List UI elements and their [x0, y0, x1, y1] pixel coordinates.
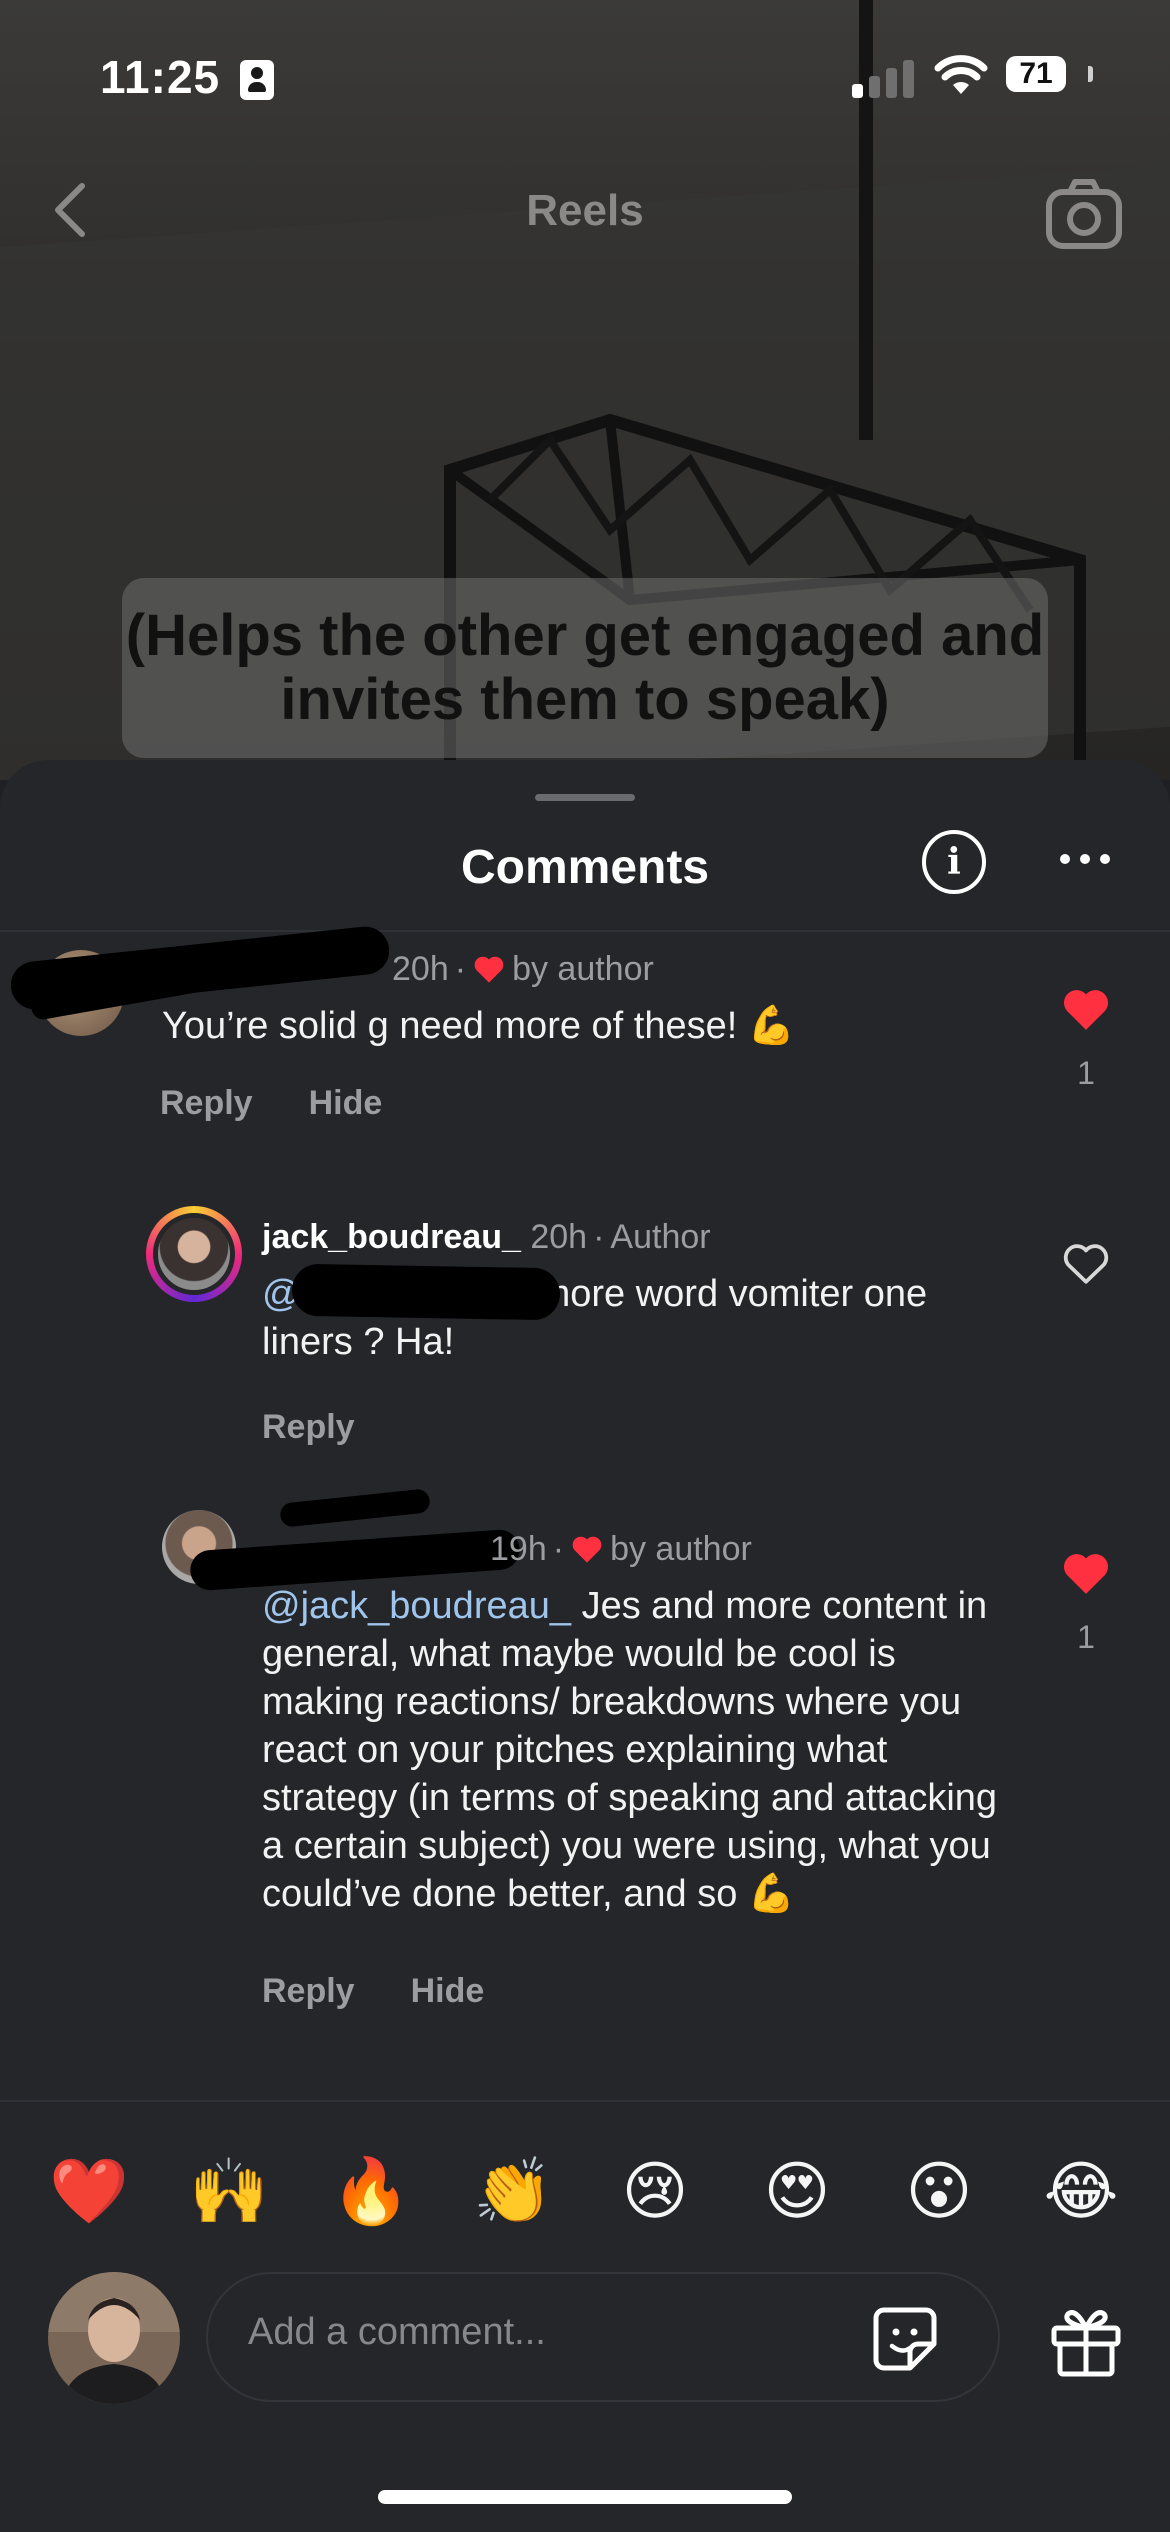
reply-button[interactable]: Reply	[262, 1408, 355, 1446]
heart-icon	[474, 956, 504, 983]
reaction-fire[interactable]: 🔥	[326, 2152, 416, 2232]
battery-tip	[1088, 66, 1093, 82]
reaction-clap[interactable]: 👏	[468, 2152, 558, 2232]
comment-username[interactable]: jack_boudreau_	[262, 1218, 521, 1256]
redacted-username	[279, 1488, 431, 1528]
video-caption: (Helps the other get engaged and invites…	[122, 578, 1048, 758]
comment-actions: Reply Hide	[262, 1972, 540, 2011]
sticker-icon[interactable]	[870, 2304, 940, 2374]
wifi-icon	[934, 55, 988, 94]
hide-button[interactable]: Hide	[309, 1084, 383, 1122]
liked-by-author-badge: by author	[512, 950, 654, 988]
reply-button[interactable]: Reply	[262, 1972, 355, 2010]
comment-composer	[206, 2272, 1000, 2402]
reaction-laugh[interactable]: 😂	[1036, 2152, 1126, 2232]
reaction-cry[interactable]: 😢	[610, 2152, 700, 2232]
like-count: 1	[1077, 1619, 1095, 1655]
heart-icon	[572, 1536, 602, 1563]
reaction-raised-hands[interactable]: 🙌	[184, 2152, 274, 2232]
mention-link[interactable]: @jack_boudreau_	[262, 1585, 571, 1627]
redacted-mention	[291, 1263, 561, 1321]
gift-icon[interactable]	[1046, 2300, 1126, 2380]
comment-reply-item: jack_boudreau_ 20h · Author @ more word vom…	[0, 1182, 1170, 1482]
status-time: 11:25	[100, 51, 221, 103]
liked-by-author-badge: by author	[610, 1530, 752, 1568]
comment-meta: 20h · by author	[392, 950, 654, 988]
reply-button[interactable]: Reply	[160, 1084, 253, 1122]
comment-body: Jes and more content in general, what ma…	[262, 1585, 998, 1915]
focus-id-icon	[240, 60, 274, 100]
comment-meta: jack_boudreau_ 20h · Author	[262, 1218, 711, 1256]
heart-filled-icon[interactable]	[1060, 1550, 1112, 1596]
comment-item: 20h · by author You’re solid g need more o…	[0, 924, 1170, 1162]
current-user-avatar	[48, 2272, 180, 2404]
home-indicator[interactable]	[378, 2490, 792, 2504]
sheet-grabber[interactable]	[535, 794, 635, 801]
comment-text: @jack_boudreau_ Jes and more content in …	[262, 1582, 1012, 1918]
cellular-signal-icon	[852, 58, 916, 98]
avatar-photo	[48, 2272, 180, 2404]
like-button[interactable]: 1	[1056, 1550, 1116, 1656]
comment-time: 20h	[392, 950, 449, 988]
heart-outline-icon[interactable]	[1060, 1240, 1112, 1286]
author-badge: Author	[610, 1218, 711, 1256]
comment-time: 20h	[530, 1218, 588, 1256]
more-horizontal-icon[interactable]	[1060, 854, 1110, 868]
comment-text: You’re solid g need more of these! 💪	[162, 1005, 796, 1047]
comment-actions: Reply Hide	[160, 1084, 438, 1123]
like-button[interactable]	[1056, 1240, 1116, 1291]
hide-button[interactable]: Hide	[411, 1972, 485, 2010]
like-count: 1	[1077, 1055, 1095, 1091]
heart-filled-icon[interactable]	[1060, 986, 1112, 1032]
comment-actions: Reply	[262, 1408, 411, 1447]
sheet-title: Comments	[460, 841, 710, 894]
comments-sheet: Comments i 20h · by author You’re solid g …	[0, 760, 1170, 2532]
info-icon[interactable]: i	[922, 830, 986, 894]
comment-meta: 19h · by author	[490, 1530, 752, 1568]
comment-time: 19h	[490, 1530, 547, 1568]
reaction-heart-eyes[interactable]: 😍	[752, 2152, 842, 2232]
author-avatar[interactable]	[153, 1213, 235, 1295]
comment-input[interactable]	[246, 2310, 810, 2355]
battery-indicator: 71	[1006, 56, 1066, 92]
quick-reaction-bar: ❤️ 🙌 🔥 👏 😢 😍 😮 😂	[0, 2100, 1170, 2262]
page-title: Reels	[526, 186, 644, 235]
like-button[interactable]: 1	[1056, 986, 1116, 1092]
reaction-surprised[interactable]: 😮	[894, 2152, 984, 2232]
status-bar: 11:25 71	[0, 0, 1170, 150]
camera-icon[interactable]	[1044, 174, 1124, 254]
comment-reply-item: 19h · by author @jack_boudreau_ Jes and mo…	[0, 1460, 1170, 2080]
reaction-heart[interactable]: ❤️	[44, 2152, 134, 2232]
